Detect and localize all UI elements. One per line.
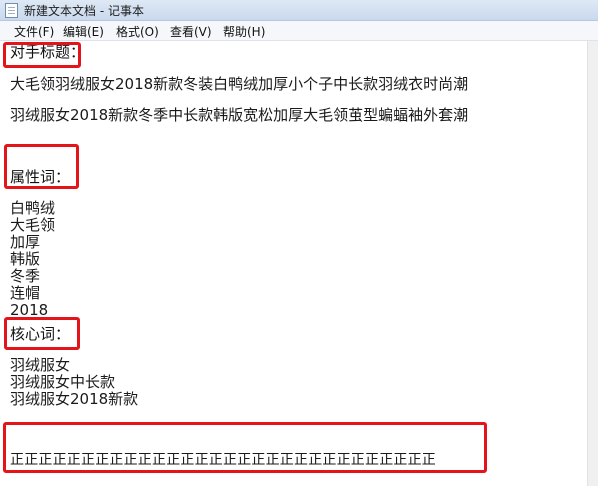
core-word: 羽绒服女中长款 [10, 373, 116, 391]
title-bar: 新建文本文档 - 记事本 [0, 0, 598, 21]
attribute-word: 大毛领 [10, 216, 56, 234]
menu-file[interactable]: 文件(F) [14, 23, 54, 40]
bottom-text-line: 正正正正正正正正正正正正正正正正正正正正正正正正正正正正正正 [10, 452, 436, 468]
attribute-word: 韩版 [10, 250, 41, 268]
menu-view[interactable]: 查看(V) [170, 23, 212, 40]
menu-format[interactable]: 格式(O) [116, 23, 159, 40]
attribute-word: 白鸭绒 [10, 199, 56, 217]
opponent-title: 大毛领羽绒服女2018新款冬装白鸭绒加厚小个子中长款羽绒衣时尚潮 [10, 75, 469, 93]
core-word: 羽绒服女2018新款 [10, 390, 139, 408]
vertical-scrollbar[interactable] [587, 41, 598, 486]
opponent-heading-highlight [3, 42, 81, 68]
menu-bar: 文件(F) 编辑(E) 格式(O) 查看(V) 帮助(H) [0, 21, 598, 41]
attribute-word: 加厚 [10, 233, 41, 251]
core-heading: 核心词： [10, 325, 71, 343]
attribute-word: 冬季 [10, 267, 41, 285]
menu-edit[interactable]: 编辑(E) [63, 23, 104, 40]
core-word: 羽绒服女 [10, 356, 71, 374]
notepad-icon [5, 3, 18, 18]
menu-help[interactable]: 帮助(H) [223, 23, 265, 40]
attribute-word: 连帽 [10, 284, 41, 302]
attribute-heading: 属性词： [10, 168, 71, 186]
opponent-title: 羽绒服女2018新款冬季中长款韩版宽松加厚大毛领茧型蝙蝠袖外套潮 [10, 106, 469, 124]
text-editor[interactable]: 对手标题： 大毛领羽绒服女2018新款冬装白鸭绒加厚小个子中长款羽绒衣时尚潮 羽… [0, 41, 588, 486]
window-title: 新建文本文档 - 记事本 [24, 4, 144, 18]
